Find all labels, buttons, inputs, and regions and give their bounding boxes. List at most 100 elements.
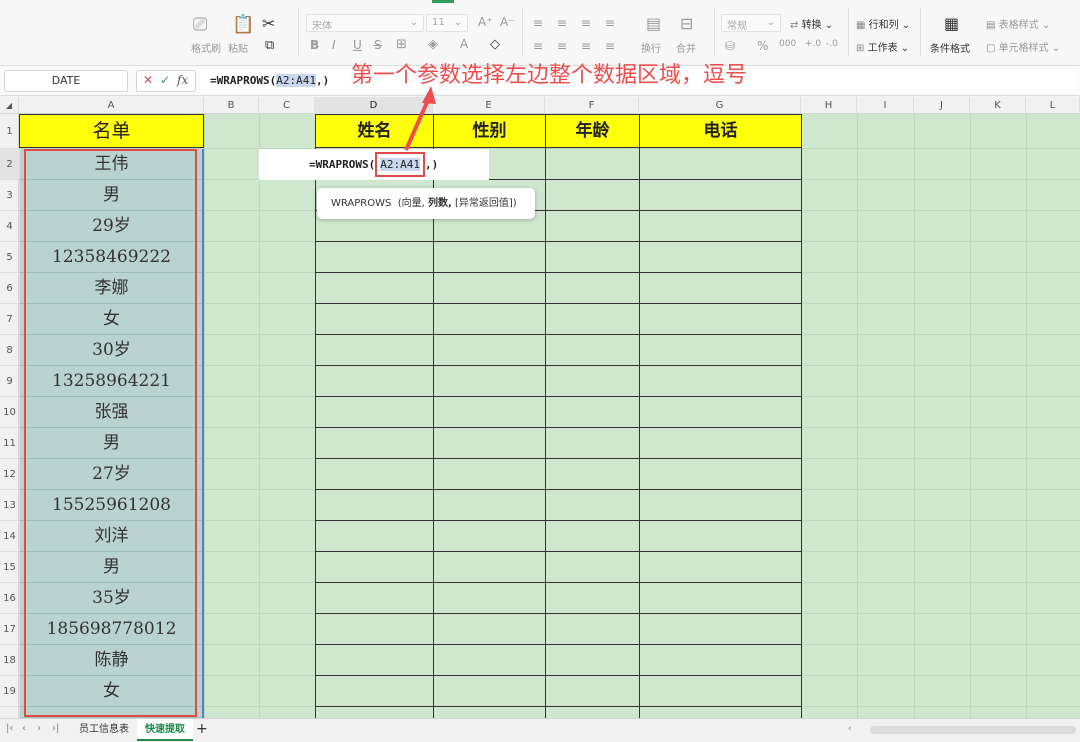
- align-bottom-icon[interactable]: ≡: [581, 16, 591, 30]
- col-header-d[interactable]: D: [315, 97, 433, 114]
- font-grow-icon[interactable]: A⁺: [478, 15, 493, 29]
- row-header[interactable]: 16: [0, 583, 19, 614]
- row-header[interactable]: 14: [0, 521, 19, 552]
- select-all-corner[interactable]: ◢: [0, 97, 19, 114]
- row-header[interactable]: 18: [0, 645, 19, 676]
- row-header[interactable]: 5: [0, 242, 19, 273]
- fx-icon[interactable]: fx: [177, 73, 188, 87]
- align-top-icon[interactable]: ≡: [533, 16, 543, 30]
- italic-icon[interactable]: I: [332, 38, 336, 52]
- font-size-select[interactable]: 11 ⌄: [426, 14, 468, 32]
- paste-label[interactable]: 粘贴: [228, 40, 248, 55]
- row-header[interactable]: 1: [0, 114, 19, 149]
- col-header-g[interactable]: G: [639, 97, 801, 114]
- col-header-a[interactable]: A: [19, 97, 204, 114]
- rows-cols-button[interactable]: ▦ 行和列 ⌄: [856, 16, 910, 31]
- table-border: [801, 148, 802, 718]
- row-header[interactable]: 2: [0, 149, 19, 180]
- percent-icon[interactable]: %: [757, 39, 768, 53]
- sheet-grid[interactable]: 名单 王伟 男 29岁 12358469222 李娜 女 30岁 1325896…: [19, 114, 1080, 718]
- worksheet-button[interactable]: ⊞ 工作表 ⌄: [856, 39, 909, 54]
- cell-a1-header[interactable]: 名单: [19, 114, 204, 148]
- currency-icon[interactable]: ⛁: [725, 39, 735, 53]
- col-header-l[interactable]: L: [1026, 97, 1080, 114]
- confirm-icon[interactable]: ✓: [160, 73, 170, 87]
- col-header-f[interactable]: F: [545, 97, 639, 114]
- table-style-button[interactable]: ▤ 表格样式 ⌄: [986, 16, 1050, 31]
- row-header[interactable]: 13: [0, 490, 19, 521]
- row-header[interactable]: 15: [0, 552, 19, 583]
- font-color-icon[interactable]: A: [460, 37, 468, 51]
- name-box[interactable]: DATE: [4, 70, 128, 92]
- row-header[interactable]: 6: [0, 273, 19, 304]
- wrap-text-icon[interactable]: ▤: [646, 14, 661, 33]
- cancel-icon[interactable]: ✕: [143, 73, 153, 87]
- col-header-e[interactable]: E: [433, 97, 545, 114]
- col-header-c[interactable]: C: [259, 97, 315, 114]
- cell-style-button[interactable]: ▢ 单元格样式 ⌄: [986, 39, 1060, 54]
- row-header[interactable]: 12: [0, 459, 19, 490]
- font-shrink-icon[interactable]: A⁻: [500, 15, 515, 29]
- paste-icon[interactable]: 📋: [232, 14, 254, 35]
- row-header[interactable]: 3: [0, 180, 19, 211]
- row-header[interactable]: 10: [0, 397, 19, 428]
- align-middle-icon[interactable]: ≡: [557, 16, 567, 30]
- header-phone[interactable]: 电话: [639, 114, 802, 148]
- align-left-icon[interactable]: ≡: [533, 39, 543, 53]
- sheet-tab-employee-info[interactable]: 员工信息表: [71, 719, 137, 741]
- col-header-b[interactable]: B: [204, 97, 259, 114]
- last-sheet-icon[interactable]: ›|: [52, 723, 59, 734]
- clear-format-icon[interactable]: ◇: [490, 37, 500, 52]
- fill-color-icon[interactable]: ◈: [428, 37, 438, 52]
- formula-suffix: ,): [315, 74, 330, 87]
- tooltip-function: WRAPROWS: [331, 198, 392, 209]
- row-header[interactable]: 7: [0, 304, 19, 335]
- row-headers: 1 2 3 4 5 6 7 8 9 10 11 12 13 14 15 16 1…: [0, 114, 19, 718]
- cut-icon[interactable]: ✂: [262, 14, 275, 33]
- prev-sheet-icon[interactable]: ‹: [22, 723, 26, 734]
- bold-icon[interactable]: B: [310, 38, 319, 52]
- decrease-decimal-icon[interactable]: -.0: [826, 39, 838, 49]
- header-age[interactable]: 年龄: [545, 114, 640, 148]
- indent-icon[interactable]: ≡: [605, 16, 615, 30]
- thousands-icon[interactable]: 000: [779, 39, 796, 49]
- row-header[interactable]: 8: [0, 335, 19, 366]
- merge-label[interactable]: 合并: [676, 40, 696, 55]
- align-right-icon[interactable]: ≡: [581, 39, 591, 53]
- conditional-format-icon[interactable]: ▦: [944, 14, 959, 33]
- strikethrough-icon[interactable]: S: [374, 38, 382, 52]
- cell-editor-d2[interactable]: =WRAPROWS(A2:A41,): [259, 149, 489, 180]
- header-name[interactable]: 姓名: [315, 114, 434, 148]
- header-gender[interactable]: 性别: [433, 114, 546, 148]
- row-header[interactable]: 19: [0, 676, 19, 707]
- border-icon[interactable]: ⊞: [396, 37, 407, 52]
- format-painter-icon[interactable]: ⎚: [193, 14, 207, 35]
- convert-button[interactable]: ⇄ 转换 ⌄: [790, 16, 833, 31]
- row-header[interactable]: 11: [0, 428, 19, 459]
- row-header[interactable]: 9: [0, 366, 19, 397]
- justify-icon[interactable]: ≡: [605, 39, 615, 53]
- horizontal-scrollbar[interactable]: [870, 726, 1076, 734]
- increase-decimal-icon[interactable]: +.0: [805, 39, 821, 49]
- conditional-format-label[interactable]: 条件格式: [930, 40, 970, 55]
- wrap-text-label[interactable]: 换行: [641, 40, 661, 55]
- copy-icon[interactable]: ⧉: [265, 38, 274, 53]
- merge-icon[interactable]: ⊟: [680, 14, 693, 33]
- scroll-left-icon[interactable]: ‹: [848, 724, 852, 734]
- col-header-i[interactable]: I: [857, 97, 914, 114]
- row-header[interactable]: 4: [0, 211, 19, 242]
- col-header-k[interactable]: K: [970, 97, 1026, 114]
- align-center-icon[interactable]: ≡: [557, 39, 567, 53]
- col-header-j[interactable]: J: [914, 97, 970, 114]
- table-border: [315, 396, 802, 397]
- number-format-select[interactable]: 常规 ⌄: [721, 14, 781, 32]
- table-border: [315, 613, 802, 614]
- row-header[interactable]: 17: [0, 614, 19, 645]
- add-sheet-icon[interactable]: +: [196, 721, 208, 737]
- underline-icon[interactable]: U: [353, 38, 362, 52]
- first-sheet-icon[interactable]: |‹: [6, 723, 13, 734]
- next-sheet-icon[interactable]: ›: [37, 723, 41, 734]
- font-name-select[interactable]: 宋体 ⌄: [306, 14, 424, 32]
- col-header-h[interactable]: H: [801, 97, 857, 114]
- sheet-tab-quick-extract[interactable]: 快速提取: [137, 719, 193, 741]
